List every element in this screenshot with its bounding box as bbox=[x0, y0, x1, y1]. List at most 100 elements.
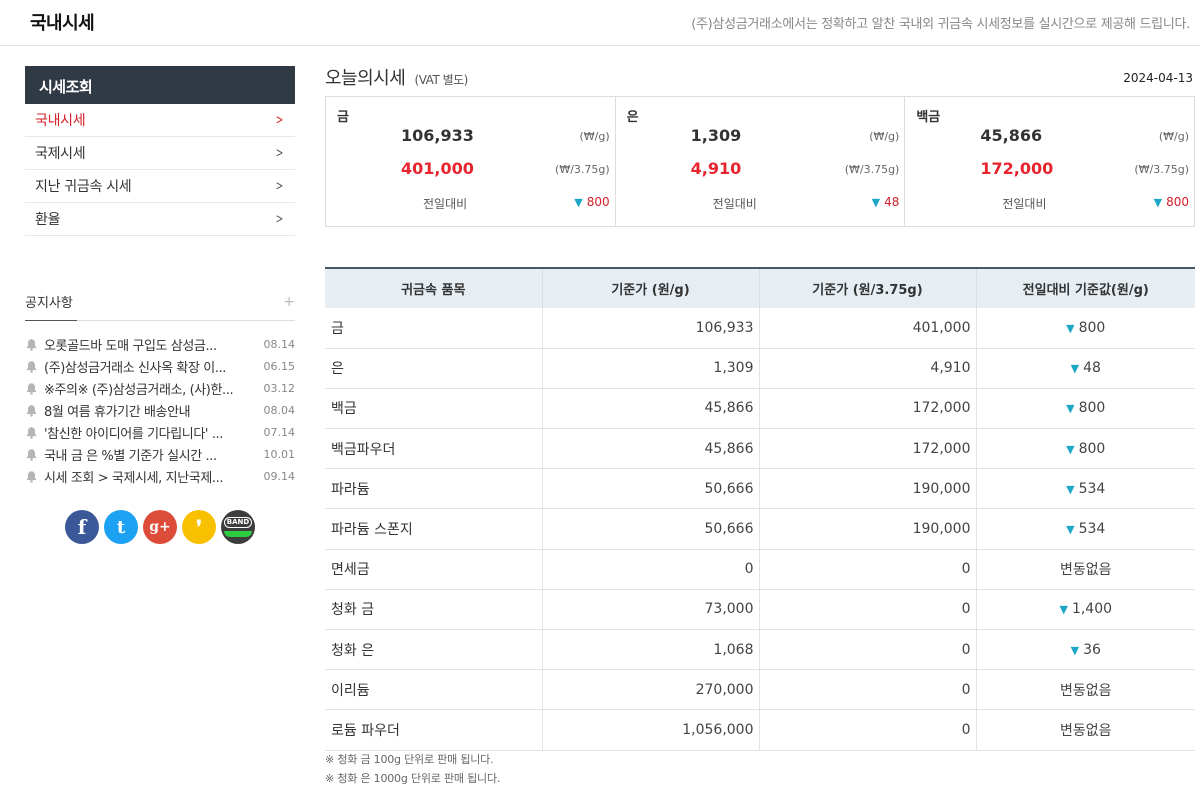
table-row: 청화 은 1,068 0 ▼ 36 bbox=[325, 629, 1195, 671]
price-change-value: 800 bbox=[1166, 195, 1190, 209]
sidebar-item-domestic[interactable]: 국내시세 > bbox=[25, 104, 295, 137]
price-change-value: 534 bbox=[1078, 480, 1106, 497]
table-row: 파라듐 스폰지 50,666 190,000 ▼ 534 bbox=[325, 508, 1195, 550]
notice-title-link[interactable]: 8월 여름 휴가기간 배송안내 bbox=[44, 401, 255, 420]
price-per-don: 0 bbox=[759, 549, 977, 590]
list-item[interactable]: 오롯골드바 도매 구입도 삼성금... 08.14 bbox=[25, 333, 295, 355]
price-per-don: 0 bbox=[759, 669, 977, 711]
table-row: 백금파우더 45,866 172,000 ▼ 800 bbox=[325, 428, 1195, 470]
down-triangle-icon: ▼ bbox=[1059, 603, 1068, 617]
sidebar-item-international[interactable]: 국제시세 > bbox=[25, 137, 295, 170]
price-card: 은 1,309 (₩/g) 4,910 (₩/3.75g) 전일대비 ▼ 48 bbox=[616, 97, 906, 226]
metal-name: 금 bbox=[337, 110, 349, 125]
down-triangle-icon: ▼ bbox=[1153, 196, 1163, 209]
price-change: ▼ 48 bbox=[976, 348, 1195, 389]
price-per-gram: 1,309 bbox=[542, 348, 760, 389]
notice-date: 10.01 bbox=[263, 447, 296, 461]
price-per-gram: 1,309 bbox=[690, 126, 742, 145]
footnote: ※ 청화 은 1000g 단위로 판매 됩니다. bbox=[325, 772, 501, 785]
price-per-gram: 106,933 bbox=[542, 308, 760, 349]
item-name: 이리듐 bbox=[325, 669, 543, 711]
notice-date: 08.04 bbox=[263, 403, 296, 417]
down-triangle-icon: ▼ bbox=[1066, 321, 1075, 335]
notice-title-link[interactable]: 시세 조회 > 국제시세, 지난국제... bbox=[44, 467, 255, 486]
price-change-value: 48 bbox=[1083, 360, 1101, 377]
price-per-don: 401,000 bbox=[401, 159, 474, 178]
kakaostory-icon[interactable]: ❜ bbox=[182, 510, 216, 544]
facebook-icon[interactable]: f bbox=[65, 510, 99, 544]
list-item[interactable]: (주)삼성금거래소 신사옥 확장 이... 06.15 bbox=[25, 355, 295, 377]
unit-per-gram: (₩/g) bbox=[1158, 130, 1190, 143]
bell-icon bbox=[26, 404, 37, 417]
table-row: 이리듐 270,000 0 변동없음 bbox=[325, 669, 1195, 711]
price-change: ▼ 1,400 bbox=[976, 589, 1195, 631]
price-per-don: 4,910 bbox=[759, 348, 977, 389]
table-row: 면세금 0 0 변동없음 bbox=[325, 549, 1195, 590]
price-change: ▼ 800 bbox=[574, 195, 609, 209]
price-change: ▼ 800 bbox=[976, 308, 1195, 349]
price-change-value: 1,400 bbox=[1071, 601, 1113, 618]
unit-per-gram: (₩/g) bbox=[579, 130, 610, 143]
notice-title-link[interactable]: 오롯골드바 도매 구입도 삼성금... bbox=[44, 335, 255, 354]
twitter-icon[interactable]: t bbox=[104, 510, 138, 544]
price-change-value: 48 bbox=[884, 195, 900, 209]
price-per-gram: 1,068 bbox=[542, 629, 760, 671]
footnotes: ※ 청화 금 100g 단위로 판매 됩니다. ※ 청화 은 1000g 단위로… bbox=[325, 750, 500, 788]
top-bar: 국내시세 (주)삼성금거래소에서는 정확하고 알찬 국내외 귀금속 시세정보를 … bbox=[0, 0, 1200, 46]
google-plus-icon[interactable]: g+ bbox=[143, 510, 177, 544]
down-triangle-icon: ▼ bbox=[871, 196, 881, 209]
chevron-right-icon: > bbox=[275, 211, 284, 227]
list-item[interactable]: '참신한 아이디어를 기다립니다' ... 07.14 bbox=[25, 421, 295, 443]
notice-title-link[interactable]: (주)삼성금거래소 신사옥 확장 이... bbox=[44, 357, 255, 376]
price-per-don: 190,000 bbox=[759, 468, 977, 510]
today-title: 오늘의시세 (VAT 별도) bbox=[325, 64, 468, 90]
table-row: 은 1,309 4,910 ▼ 48 bbox=[325, 348, 1195, 389]
notice-title-link[interactable]: 국내 금 은 %별 기준가 실시간 ... bbox=[44, 445, 255, 464]
item-name: 파라듐 스폰지 bbox=[325, 508, 543, 550]
list-item[interactable]: 8월 여름 휴가기간 배송안내 08.04 bbox=[25, 399, 295, 421]
chevron-right-icon: > bbox=[275, 178, 284, 194]
price-per-don: 172,000 bbox=[759, 388, 977, 430]
sidebar-title: 시세조회 bbox=[25, 66, 295, 104]
metal-name: 백금 bbox=[916, 110, 941, 125]
sidebar-item-past-prices[interactable]: 지난 귀금속 시세 > bbox=[25, 170, 295, 203]
band-icon[interactable]: BAND bbox=[221, 510, 255, 544]
price-per-gram: 73,000 bbox=[542, 589, 760, 631]
down-triangle-icon: ▼ bbox=[1066, 402, 1075, 416]
notice-date: 08.14 bbox=[263, 337, 296, 351]
price-change-value: 36 bbox=[1083, 641, 1101, 658]
unit-per-don: (₩/3.75g) bbox=[1134, 163, 1190, 176]
list-item[interactable]: 시세 조회 > 국제시세, 지난국제... 09.14 bbox=[25, 465, 295, 487]
item-name: 로듐 파우더 bbox=[325, 709, 543, 751]
column-header-price-don: 기준가 (원/3.75g) bbox=[759, 267, 977, 308]
item-name: 금 bbox=[325, 308, 543, 349]
notice-title-link[interactable]: '참신한 아이디어를 기다립니다' ... bbox=[44, 423, 255, 442]
footnote: ※ 청화 금 100g 단위로 판매 됩니다. bbox=[325, 753, 494, 766]
price-per-gram: 0 bbox=[542, 549, 760, 590]
vat-note: (VAT 별도) bbox=[414, 73, 469, 87]
notice-title-link[interactable]: ※주의※ (주)삼성금거래소, (사)한... bbox=[44, 379, 255, 398]
table-row: 백금 45,866 172,000 ▼ 800 bbox=[325, 388, 1195, 430]
notice-date: 09.14 bbox=[263, 469, 296, 483]
price-change: ▼ 800 bbox=[976, 388, 1195, 430]
compare-label: 전일대비 bbox=[712, 197, 757, 211]
notice-date: 06.15 bbox=[263, 359, 296, 373]
sidebar-item-exchange-rate[interactable]: 환율 > bbox=[25, 203, 295, 236]
today-header: 오늘의시세 (VAT 별도) 2024-04-13 bbox=[325, 62, 1195, 96]
notice-more-button[interactable]: + bbox=[283, 294, 295, 310]
chevron-right-icon: > bbox=[275, 112, 284, 128]
list-item[interactable]: 국내 금 은 %별 기준가 실시간 ... 10.01 bbox=[25, 443, 295, 465]
price-change-value: 변동없음 bbox=[1059, 682, 1112, 699]
list-item[interactable]: ※주의※ (주)삼성금거래소, (사)한... 03.12 bbox=[25, 377, 295, 399]
sidebar-item-label: 환율 bbox=[35, 212, 61, 228]
page-description: (주)삼성금거래소에서는 정확하고 알찬 국내외 귀금속 시세정보를 실시간으로… bbox=[691, 17, 1190, 32]
page-title: 국내시세 bbox=[30, 13, 95, 34]
bell-icon bbox=[26, 382, 37, 395]
sidebar-item-label: 지난 귀금속 시세 bbox=[35, 179, 132, 195]
bell-icon bbox=[26, 360, 37, 373]
price-change: ▼ 800 bbox=[976, 428, 1195, 470]
compare-label: 전일대비 bbox=[423, 197, 468, 211]
compare-label: 전일대비 bbox=[1002, 197, 1047, 211]
price-change: 변동없음 bbox=[976, 669, 1195, 711]
item-name: 청화 금 bbox=[325, 589, 543, 631]
